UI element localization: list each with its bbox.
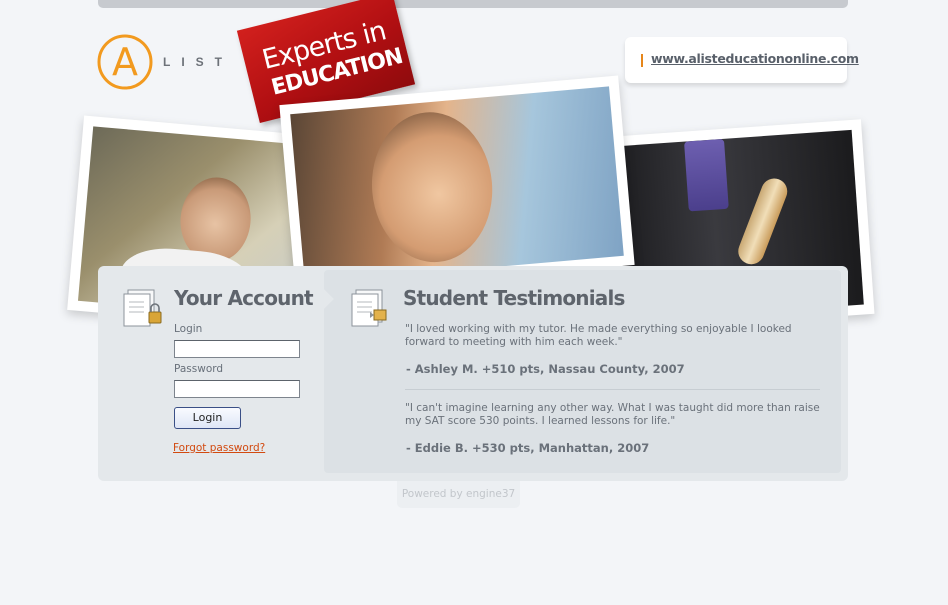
student-testimonials-heading: Student Testimonials — [403, 286, 625, 310]
lock-document-icon — [123, 289, 162, 327]
photo-student-girl — [279, 75, 635, 295]
website-url-link[interactable]: www.alisteducationonline.com — [651, 51, 859, 66]
password-label: Password — [174, 363, 224, 375]
url-accent-bar — [641, 54, 643, 67]
your-account-heading: Your Account — [174, 286, 314, 310]
testimonial-quote: "I can't imagine learning any other way.… — [405, 402, 820, 427]
password-input[interactable] — [174, 380, 300, 398]
login-input[interactable] — [174, 340, 300, 358]
testimonial-divider — [405, 389, 820, 390]
forgot-password-link[interactable]: Forgot password? — [173, 442, 265, 454]
login-label: Login — [174, 323, 203, 335]
powered-by-footer[interactable]: Powered by engine37 — [397, 481, 520, 508]
logo-wordmark: LIST — [163, 55, 233, 69]
top-bar — [98, 0, 848, 8]
a-list-logo[interactable]: A LIST — [97, 33, 237, 93]
testimonial-author: - Ashley M. +510 pts, Nassau County, 200… — [406, 362, 685, 376]
testimonial-quote: "I loved working with my tutor. He made … — [405, 323, 792, 348]
logo-a-icon: A — [97, 34, 153, 90]
svg-text:A: A — [112, 40, 138, 84]
testimonial-author: - Eddie B. +530 pts, Manhattan, 2007 — [406, 441, 650, 455]
website-url-box: www.alisteducationonline.com — [625, 37, 859, 83]
login-button[interactable]: Login — [174, 407, 241, 429]
testimonial-document-icon — [351, 289, 387, 327]
